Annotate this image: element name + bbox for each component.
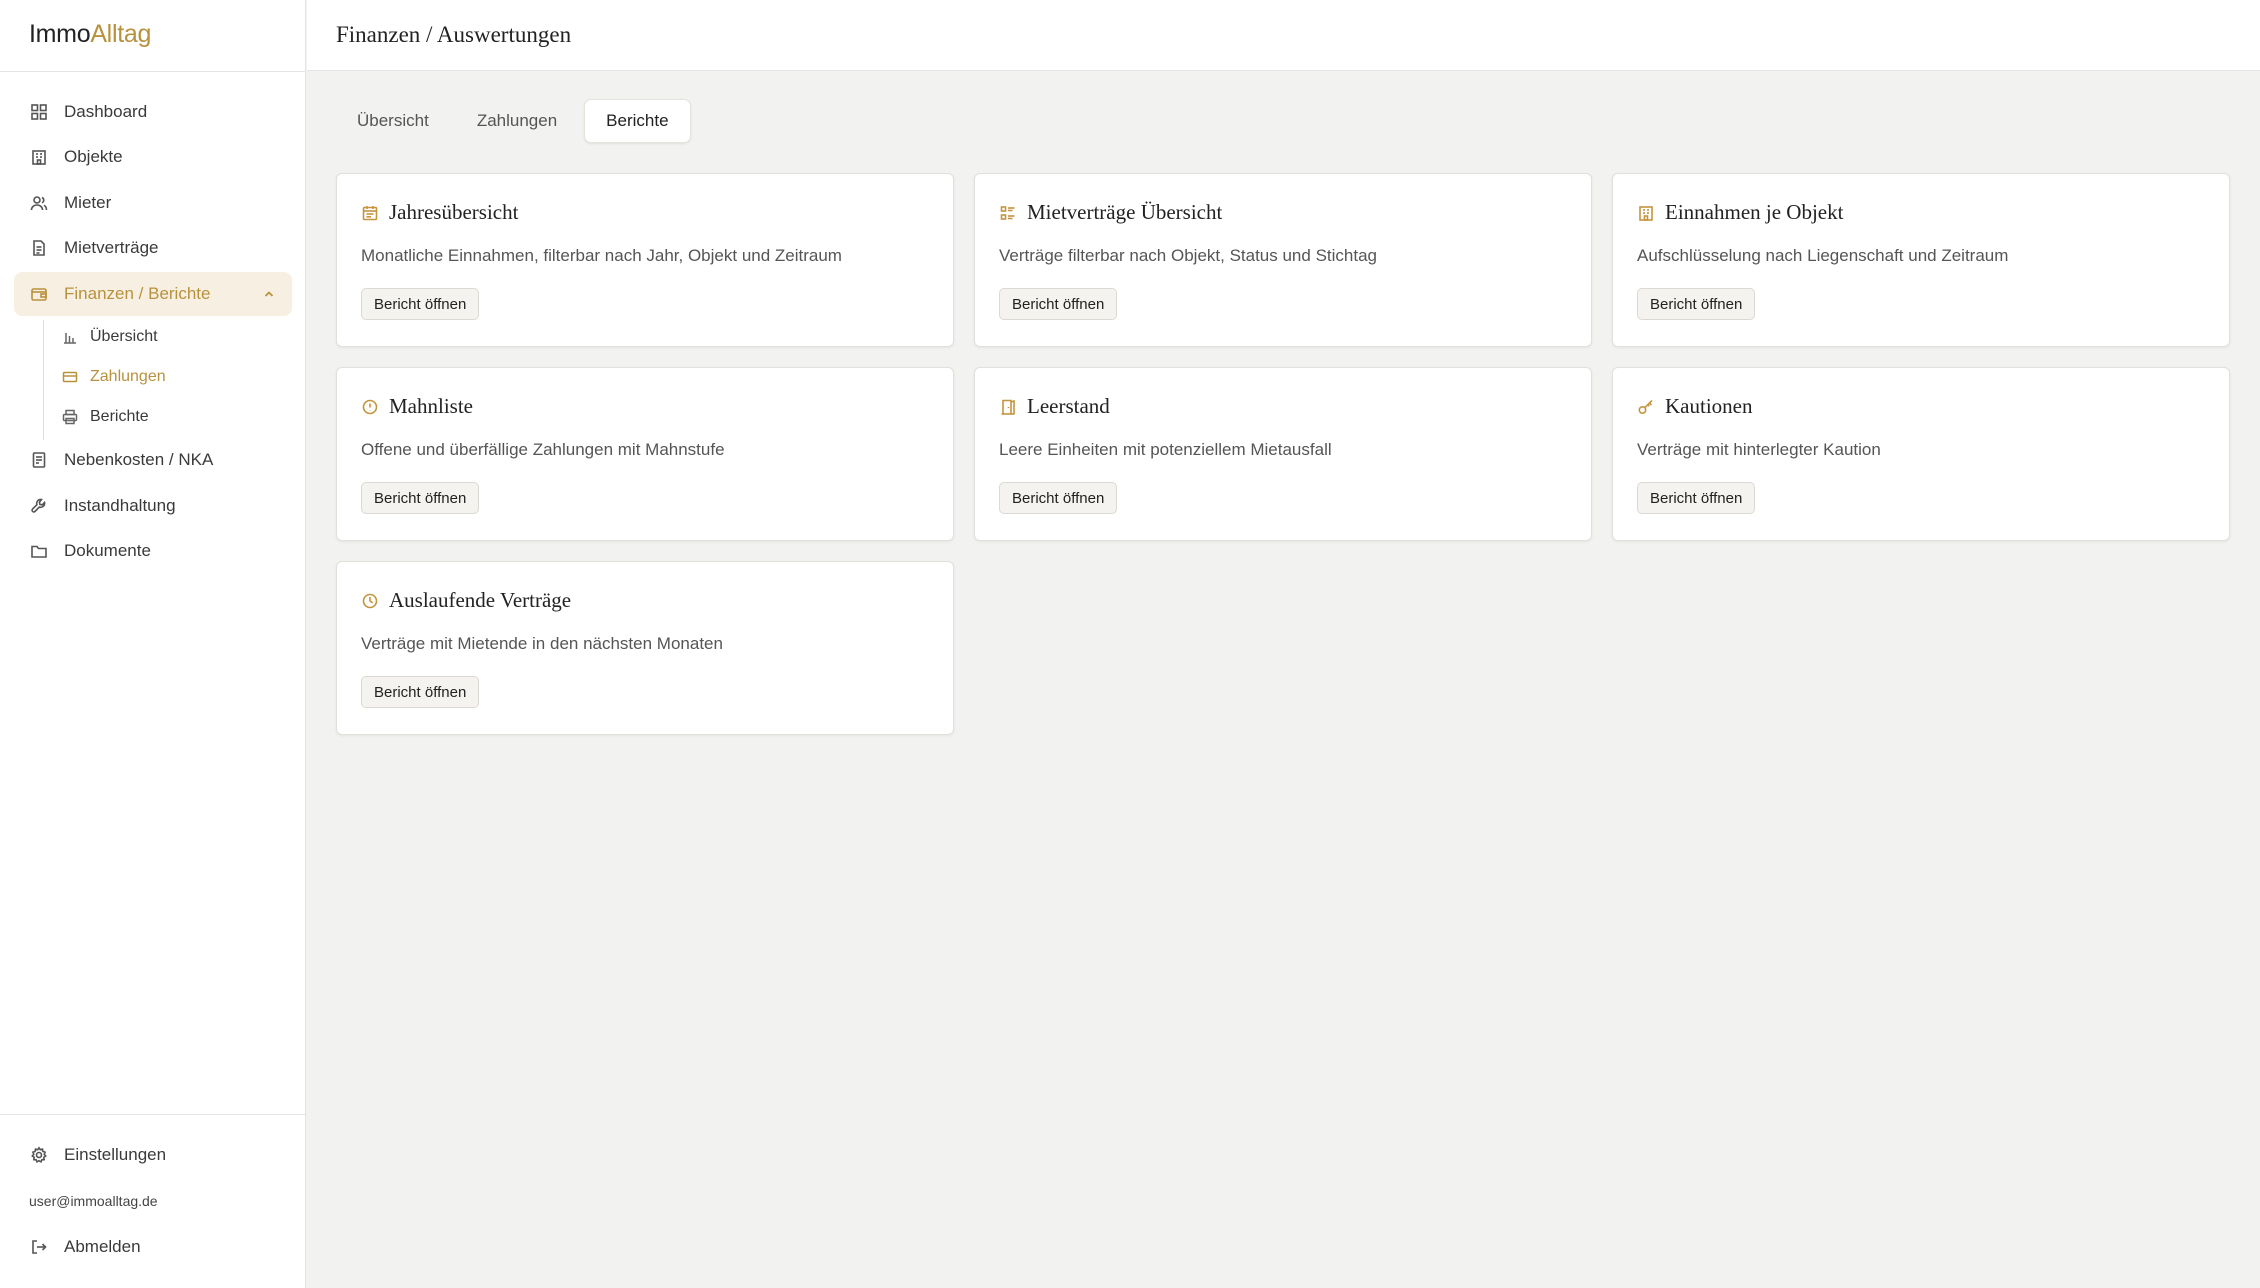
open-report-button[interactable]: Bericht öffnen [999,288,1118,320]
open-report-button[interactable]: Bericht öffnen [999,482,1118,514]
tab-berichte[interactable]: Berichte [584,99,691,143]
page-title: Finanzen / Auswertungen [336,22,572,47]
card-title: Mietverträge Übersicht [999,200,1222,225]
app-logo[interactable]: ImmoAlltag [29,20,151,49]
submenu-guide-line [43,320,44,440]
printer-icon [62,409,78,425]
card-description: Offene und überfällige Zahlungen mit Mah… [361,440,725,459]
open-report-button[interactable]: Bericht öffnen [361,482,480,514]
report-card-einnahmen-je-objekt: Einnahmen je Objekt Aufschlüsselung nach… [1612,173,2230,347]
open-report-button[interactable]: Bericht öffnen [361,676,480,708]
sidebar-item-instandhaltung[interactable]: Instandhaltung [14,484,292,528]
sidebar-item-label: Nebenkosten / NKA [64,450,214,469]
card-title: Leerstand [999,394,1110,419]
card-title: Auslaufende Verträge [361,588,571,613]
tab-bar: Übersicht Zahlungen Berichte [336,98,691,144]
sidebar-item-dokumente[interactable]: Dokumente [14,529,292,573]
logout-icon [30,1238,48,1256]
report-card-kautionen: Kautionen Verträge mit hinterlegter Kaut… [1612,367,2230,541]
sidebar-bottom-divider [0,1114,306,1115]
key-icon [1637,398,1655,416]
card-title: Einnahmen je Objekt [1637,200,1843,225]
card-description: Verträge filterbar nach Objekt, Status u… [999,246,1377,265]
logo-divider [0,71,306,72]
building-icon [30,148,48,166]
users-icon [30,194,48,212]
user-email: user@immoalltag.de [29,1193,158,1209]
building-icon [1637,204,1655,222]
sidebar: ImmoAlltag Dashboard Objekte Mieter Miet… [0,0,306,1288]
receipt-icon [30,451,48,469]
bar-chart-icon [62,329,78,345]
sidebar-item-objekte[interactable]: Objekte [14,135,292,179]
report-card-mahnliste: Mahnliste Offene und überfällige Zahlung… [336,367,954,541]
report-card-mietvertraege-uebersicht: Mietverträge Übersicht Verträge filterba… [974,173,1592,347]
card-title-text: Mietverträge Übersicht [1027,200,1223,224]
logout-button[interactable]: Abmelden [14,1225,292,1269]
open-report-button[interactable]: Bericht öffnen [361,288,480,320]
card-title: Mahnliste [361,394,473,419]
sidebar-item-label: Dokumente [64,541,151,560]
calendar-icon [361,204,379,222]
sidebar-item-label: Finanzen / Berichte [64,284,211,303]
list-icon [999,204,1017,222]
tab-uebersicht[interactable]: Übersicht [336,99,450,143]
sidebar-item-label: Mietverträge [64,238,159,257]
sidebar-item-label: Einstellungen [64,1145,167,1164]
open-report-button[interactable]: Bericht öffnen [1637,288,1756,320]
gear-icon [30,1146,48,1164]
sidebar-subitem-label: Berichte [90,408,149,425]
open-report-button[interactable]: Bericht öffnen [1637,482,1756,514]
report-card-jahresuebersicht: Jahresübersicht Monatliche Einnahmen, fi… [336,173,954,347]
credit-card-icon [62,369,78,385]
sidebar-item-mieter[interactable]: Mieter [14,181,292,225]
sidebar-item-label: Mieter [64,193,112,212]
sidebar-subitem-label: Übersicht [90,328,158,345]
sidebar-subitem-uebersicht[interactable]: Übersicht [62,320,158,354]
card-title: Kautionen [1637,394,1752,419]
card-title-text: Auslaufende Verträge [389,588,572,612]
dashboard-icon [30,103,48,121]
report-card-auslaufende-vertraege: Auslaufende Verträge Verträge mit Mieten… [336,561,954,735]
card-title-text: Jahresübersicht [389,200,519,224]
card-description: Monatliche Einnahmen, filterbar nach Jah… [361,246,842,265]
page-header: Finanzen / Auswertungen [307,0,2260,71]
logout-label: Abmelden [64,1237,141,1256]
sidebar-item-finanzen-berichte[interactable]: Finanzen / Berichte [14,272,292,316]
card-description: Verträge mit Mietende in den nächsten Mo… [361,634,723,653]
clock-icon [361,592,379,610]
chevron-up-icon[interactable] [262,286,276,300]
document-icon [30,239,48,257]
report-card-leerstand: Leerstand Leere Einheiten mit potenziell… [974,367,1592,541]
sidebar-item-label: Instandhaltung [64,496,176,515]
card-title: Jahresübersicht [361,200,518,225]
sidebar-subitem-berichte[interactable]: Berichte [62,400,149,434]
sidebar-item-einstellungen[interactable]: Einstellungen [14,1133,292,1177]
card-title-text: Leerstand [1027,394,1110,418]
card-title-text: Kautionen [1665,394,1753,418]
alert-circle-icon [361,398,379,416]
card-description: Aufschlüsselung nach Liegenschaft und Ze… [1637,246,2009,265]
folder-icon [30,542,48,560]
tab-zahlungen[interactable]: Zahlungen [456,99,578,143]
card-description: Leere Einheiten mit potenziellem Mietaus… [999,440,1332,459]
sidebar-subitem-zahlungen[interactable]: Zahlungen [62,360,166,394]
sidebar-item-label: Objekte [64,147,123,166]
sidebar-item-label: Dashboard [64,102,148,121]
sidebar-item-mietvertraege[interactable]: Mietverträge [14,226,292,270]
card-title-text: Mahnliste [389,394,473,418]
wrench-icon [30,497,48,515]
logo-primary: Immo [29,20,91,48]
logo-accent: Alltag [90,20,152,48]
door-icon [999,398,1017,416]
card-description: Verträge mit hinterlegter Kaution [1637,440,1881,459]
sidebar-subitem-label: Zahlungen [90,368,166,385]
sidebar-item-nebenkosten-nka[interactable]: Nebenkosten / NKA [14,438,292,482]
sidebar-item-dashboard[interactable]: Dashboard [14,90,292,134]
card-title-text: Einnahmen je Objekt [1665,200,1844,224]
wallet-icon [30,285,48,303]
